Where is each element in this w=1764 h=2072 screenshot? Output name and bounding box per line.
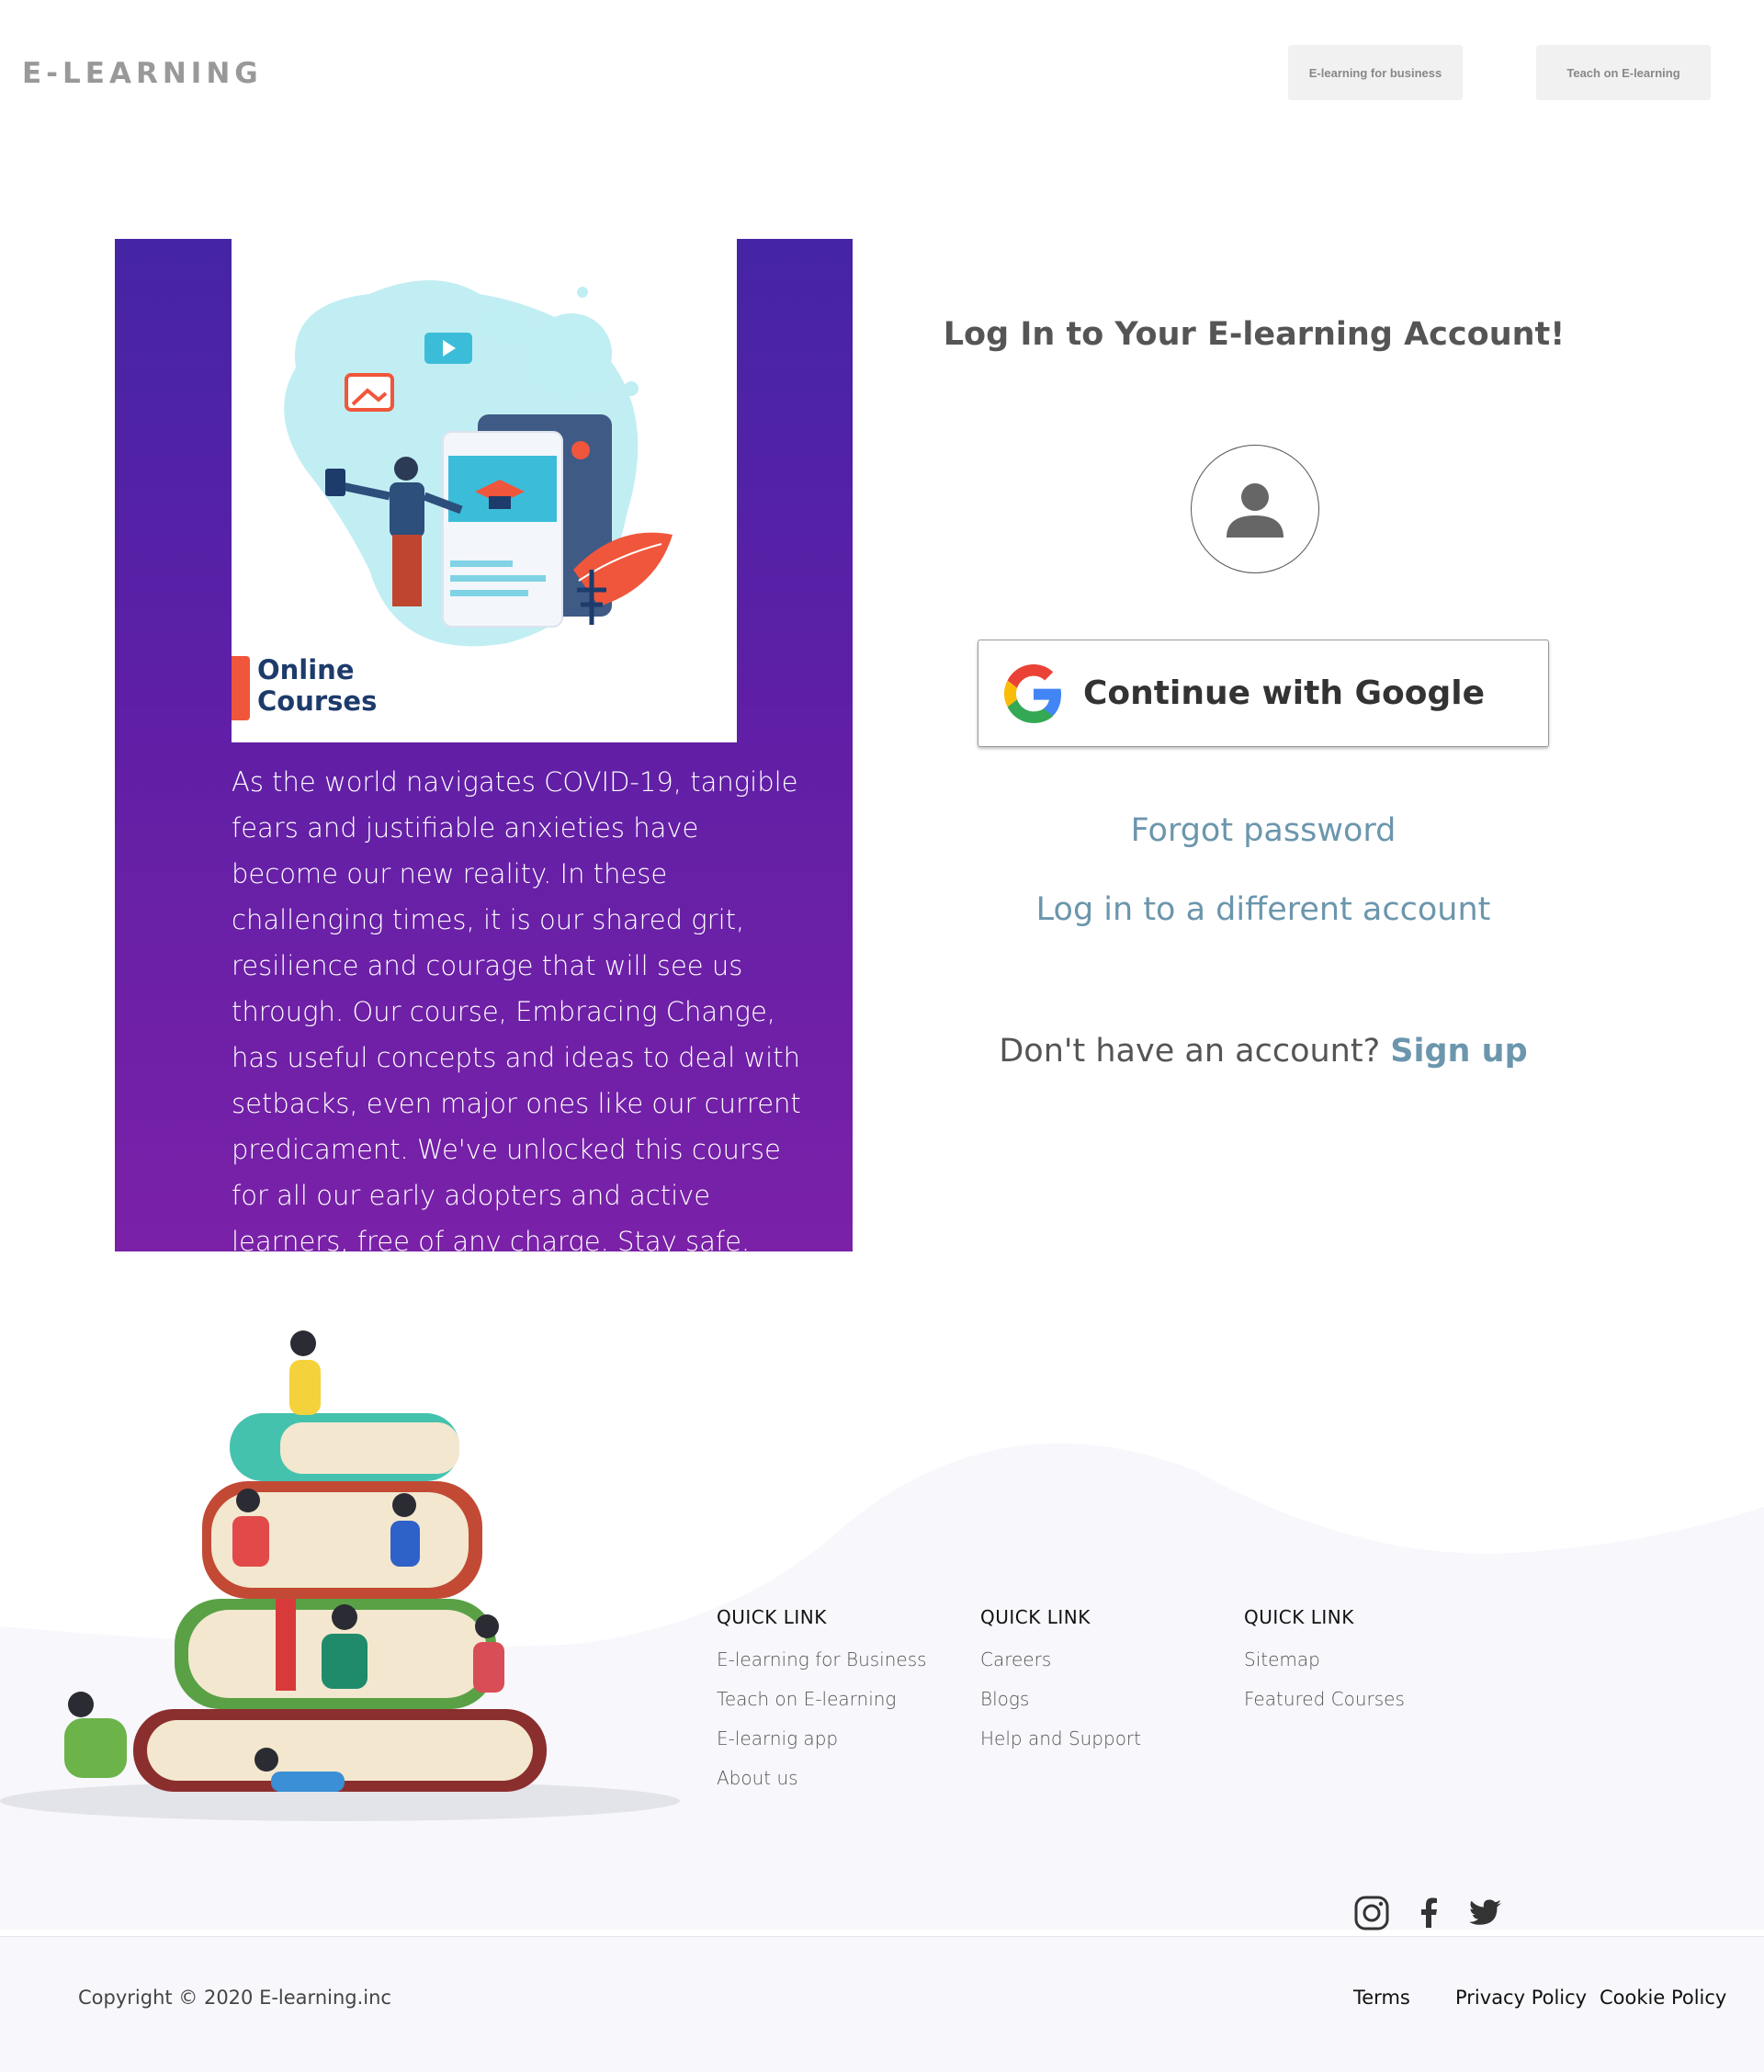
footer-link-sitemap[interactable]: Sitemap bbox=[1244, 1640, 1405, 1680]
caption-accent bbox=[232, 656, 250, 720]
facebook-icon[interactable] bbox=[1410, 1895, 1447, 1931]
books-illustration bbox=[0, 1330, 680, 1821]
terms-link[interactable]: Terms bbox=[1353, 1987, 1410, 2009]
footer-heading: QUICK LINK bbox=[717, 1606, 827, 1628]
signup-prompt: Don't have an account? Sign up bbox=[919, 1033, 1608, 1070]
footer-link-teach[interactable]: Teach on E-learning bbox=[717, 1680, 927, 1719]
copyright-text: Copyright © 2020 E-learning.inc bbox=[78, 1987, 391, 2009]
footer-link-careers[interactable]: Careers bbox=[980, 1640, 1141, 1680]
site-logo[interactable]: E-LEARNING bbox=[22, 57, 263, 90]
instagram-icon[interactable] bbox=[1353, 1895, 1390, 1931]
footer-link-app[interactable]: E-learnig app bbox=[717, 1719, 927, 1759]
teach-button[interactable]: Teach on E-learning bbox=[1536, 45, 1711, 100]
footer-column-2: QUICK LINK Careers Blogs Help and Suppor… bbox=[980, 1606, 1141, 1759]
footer-link-business[interactable]: E-learning for Business bbox=[717, 1640, 927, 1680]
footer-column-1: QUICK LINK E-learning for Business Teach… bbox=[717, 1606, 927, 1798]
footer-link-help[interactable]: Help and Support bbox=[980, 1719, 1141, 1759]
promo-illustration: Online Courses bbox=[232, 239, 737, 742]
user-icon bbox=[1227, 483, 1283, 538]
login-title: Log In to Your E-learning Account! bbox=[943, 316, 1566, 353]
footer-link-featured[interactable]: Featured Courses bbox=[1244, 1680, 1405, 1719]
footer-link-blogs[interactable]: Blogs bbox=[980, 1680, 1141, 1719]
footer-column-3: QUICK LINK Sitemap Featured Courses bbox=[1244, 1606, 1405, 1719]
google-icon bbox=[1004, 663, 1061, 723]
image-caption: Online Courses bbox=[257, 654, 378, 717]
cookie-policy-link[interactable]: Cookie Policy bbox=[1600, 1987, 1726, 2009]
footer-heading: QUICK LINK bbox=[980, 1606, 1091, 1628]
avatar bbox=[1191, 445, 1319, 573]
privacy-policy-link[interactable]: Privacy Policy bbox=[1455, 1987, 1587, 2009]
footer-link-about[interactable]: About us bbox=[717, 1759, 927, 1798]
forgot-password-link[interactable]: Forgot password bbox=[919, 812, 1608, 849]
footer-heading: QUICK LINK bbox=[1244, 1606, 1354, 1628]
business-button[interactable]: E-learning for business bbox=[1288, 45, 1463, 100]
continue-with-google-button[interactable]: Continue with Google bbox=[978, 640, 1549, 747]
google-button-label: Continue with Google bbox=[1083, 674, 1486, 712]
promo-description: As the world navigates COVID-19, tangibl… bbox=[232, 766, 801, 1257]
sign-up-link[interactable]: Sign up bbox=[1390, 1033, 1527, 1070]
promo-panel: Online Courses As the world navigates CO… bbox=[115, 239, 853, 1257]
different-account-link[interactable]: Log in to a different account bbox=[919, 891, 1608, 928]
no-account-text: Don't have an account? bbox=[999, 1033, 1381, 1070]
twitter-icon[interactable] bbox=[1467, 1895, 1504, 1931]
